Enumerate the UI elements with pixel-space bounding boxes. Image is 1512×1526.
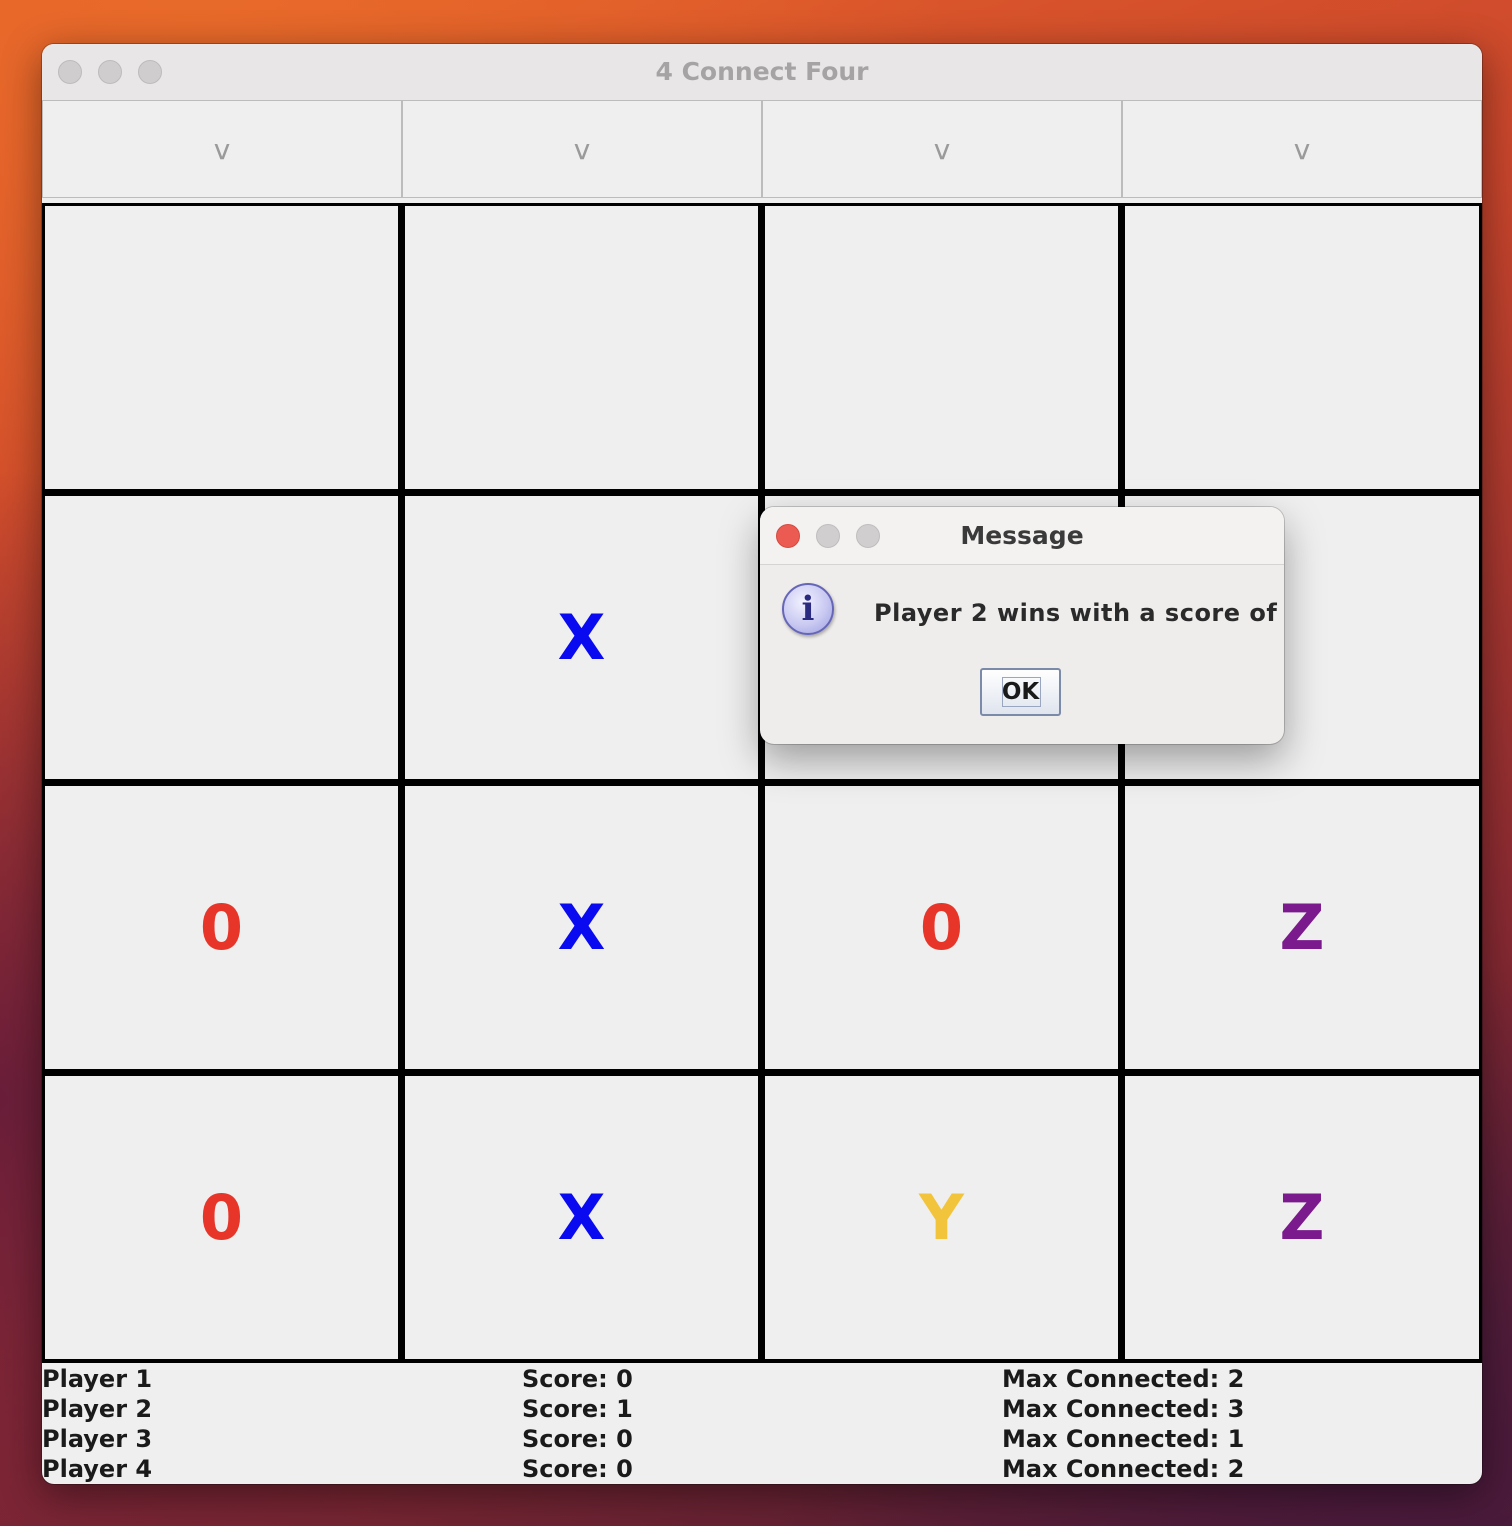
board-cell: X xyxy=(405,496,758,779)
player-score: Score: 0 xyxy=(522,1425,633,1453)
player-max-connected: Max Connected: 3 xyxy=(1002,1395,1245,1423)
drop-column-3-button[interactable]: v xyxy=(762,100,1122,198)
board-cell: X xyxy=(405,1076,758,1359)
info-icon: i xyxy=(782,583,834,635)
board-cell xyxy=(765,206,1118,489)
board-cell: 0 xyxy=(45,786,398,1069)
player-score: Score: 0 xyxy=(522,1455,633,1483)
board-cell xyxy=(45,496,398,779)
player-row: Player 1 Score: 0 Max Connected: 2 xyxy=(42,1364,1482,1394)
dialog-title: Message xyxy=(960,521,1084,550)
player-max-connected: Max Connected: 2 xyxy=(1002,1365,1245,1393)
board-cell: Z xyxy=(1125,786,1479,1069)
board-cell: 0 xyxy=(765,786,1118,1069)
ok-button[interactable]: OK xyxy=(980,668,1061,716)
window-titlebar[interactable]: 4 Connect Four xyxy=(42,44,1482,101)
player-name: Player 1 xyxy=(42,1365,153,1393)
drop-column-1-button[interactable]: v xyxy=(42,100,402,198)
dialog-titlebar[interactable]: Message xyxy=(760,507,1284,565)
board-cell xyxy=(1125,206,1479,489)
board-cell: X xyxy=(405,786,758,1069)
scoreboard: Player 1 Score: 0 Max Connected: 2 Playe… xyxy=(42,1364,1482,1484)
board-cell: 0 xyxy=(45,1076,398,1359)
player-row: Player 2 Score: 1 Max Connected: 3 xyxy=(42,1394,1482,1424)
player-score: Score: 0 xyxy=(522,1365,633,1393)
board-cell: Z xyxy=(1125,1076,1479,1359)
player-max-connected: Max Connected: 1 xyxy=(1002,1425,1245,1453)
column-drop-buttons: v v v v xyxy=(42,100,1482,200)
game-window: 4 Connect Four v v v v X 0 X 0 Z 0 X Y Z… xyxy=(42,44,1482,1484)
game-board: X 0 X 0 Z 0 X Y Z xyxy=(42,203,1482,1363)
message-dialog: Message i Player 2 wins with a score of … xyxy=(760,507,1284,744)
player-row: Player 4 Score: 0 Max Connected: 2 xyxy=(42,1454,1482,1484)
player-name: Player 4 xyxy=(42,1455,153,1483)
player-score: Score: 1 xyxy=(522,1395,633,1423)
board-cell xyxy=(45,206,398,489)
board-cell: Y xyxy=(765,1076,1118,1359)
dialog-message: Player 2 wins with a score of 1! xyxy=(874,599,1284,627)
drop-column-4-button[interactable]: v xyxy=(1122,100,1482,198)
board-cell xyxy=(405,206,758,489)
drop-column-2-button[interactable]: v xyxy=(402,100,762,198)
window-title: 4 Connect Four xyxy=(655,57,869,86)
player-name: Player 2 xyxy=(42,1395,153,1423)
player-max-connected: Max Connected: 2 xyxy=(1002,1455,1245,1483)
player-row: Player 3 Score: 0 Max Connected: 1 xyxy=(42,1424,1482,1454)
player-name: Player 3 xyxy=(42,1425,153,1453)
